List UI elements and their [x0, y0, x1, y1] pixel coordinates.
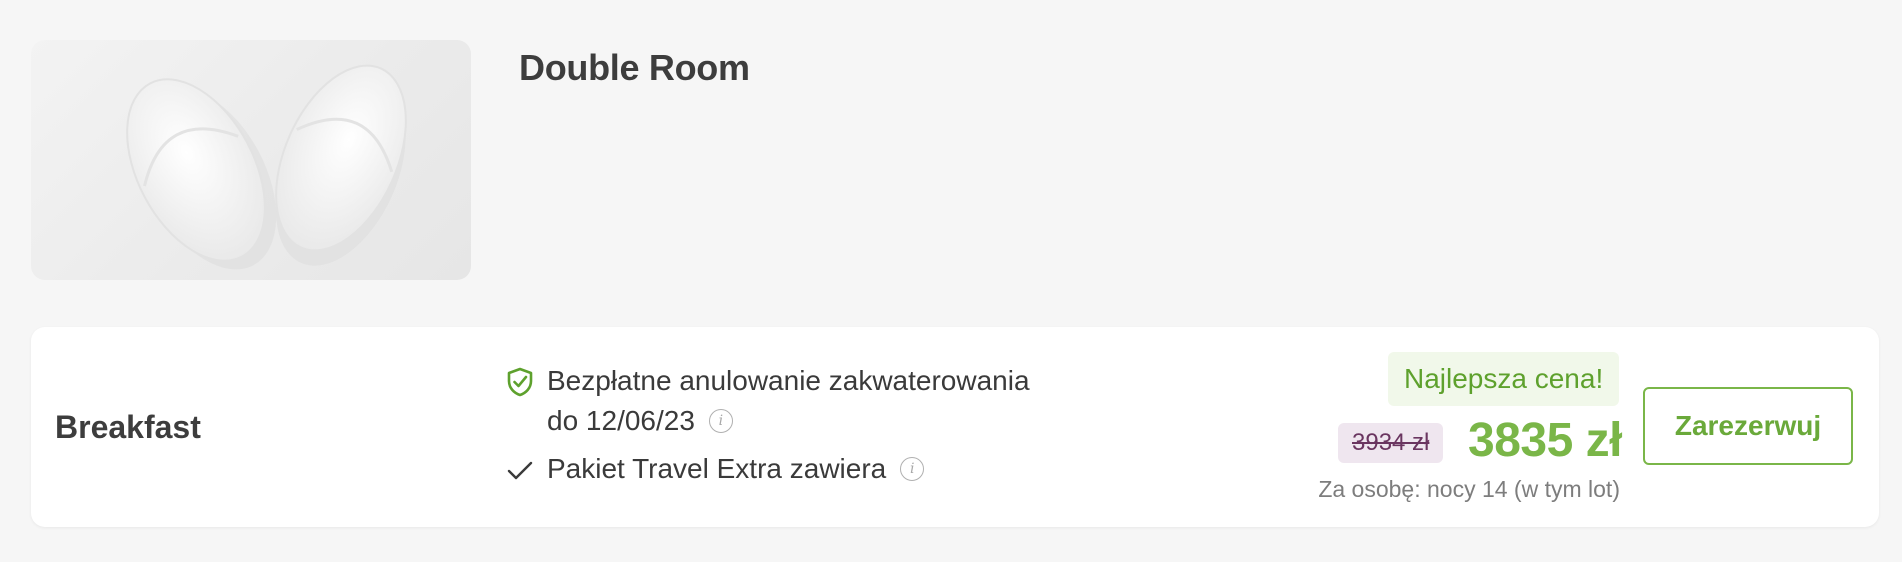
- book-button[interactable]: Zarezerwuj: [1643, 387, 1853, 465]
- benefits-list: Bezpłatne anulowanie zakwaterowania do 1…: [505, 361, 1125, 489]
- board-type-label: Breakfast: [55, 409, 201, 445]
- old-price: 3934 zł: [1338, 423, 1444, 463]
- shield-check-icon: [507, 367, 533, 397]
- check-icon: [507, 461, 533, 480]
- offer-card: Breakfast Bezpłatne anulowanie zakwatero…: [31, 327, 1879, 527]
- benefit-free-cancellation: Bezpłatne anulowanie zakwaterowania do 1…: [505, 361, 1125, 441]
- info-icon[interactable]: i: [900, 456, 925, 481]
- slippers-image: [126, 64, 407, 270]
- benefit-cancellation-date: do 12/06/23: [547, 405, 695, 436]
- price-note: Za osobę: nocy 14 (w tym lot): [1318, 476, 1620, 502]
- room-photo[interactable]: [31, 40, 471, 280]
- best-price-badge: Najlepsza cena!: [1388, 352, 1620, 406]
- info-icon[interactable]: i: [708, 408, 733, 433]
- benefit-travel-extra: Pakiet Travel Extra zawiera i: [505, 449, 1125, 489]
- current-price: 3835 zł: [1468, 414, 1622, 467]
- benefit-cancellation-text: Bezpłatne anulowanie zakwaterowania: [547, 365, 1030, 396]
- benefit-travel-extra-text: Pakiet Travel Extra zawiera: [547, 453, 887, 484]
- room-title: Double Room: [519, 47, 750, 88]
